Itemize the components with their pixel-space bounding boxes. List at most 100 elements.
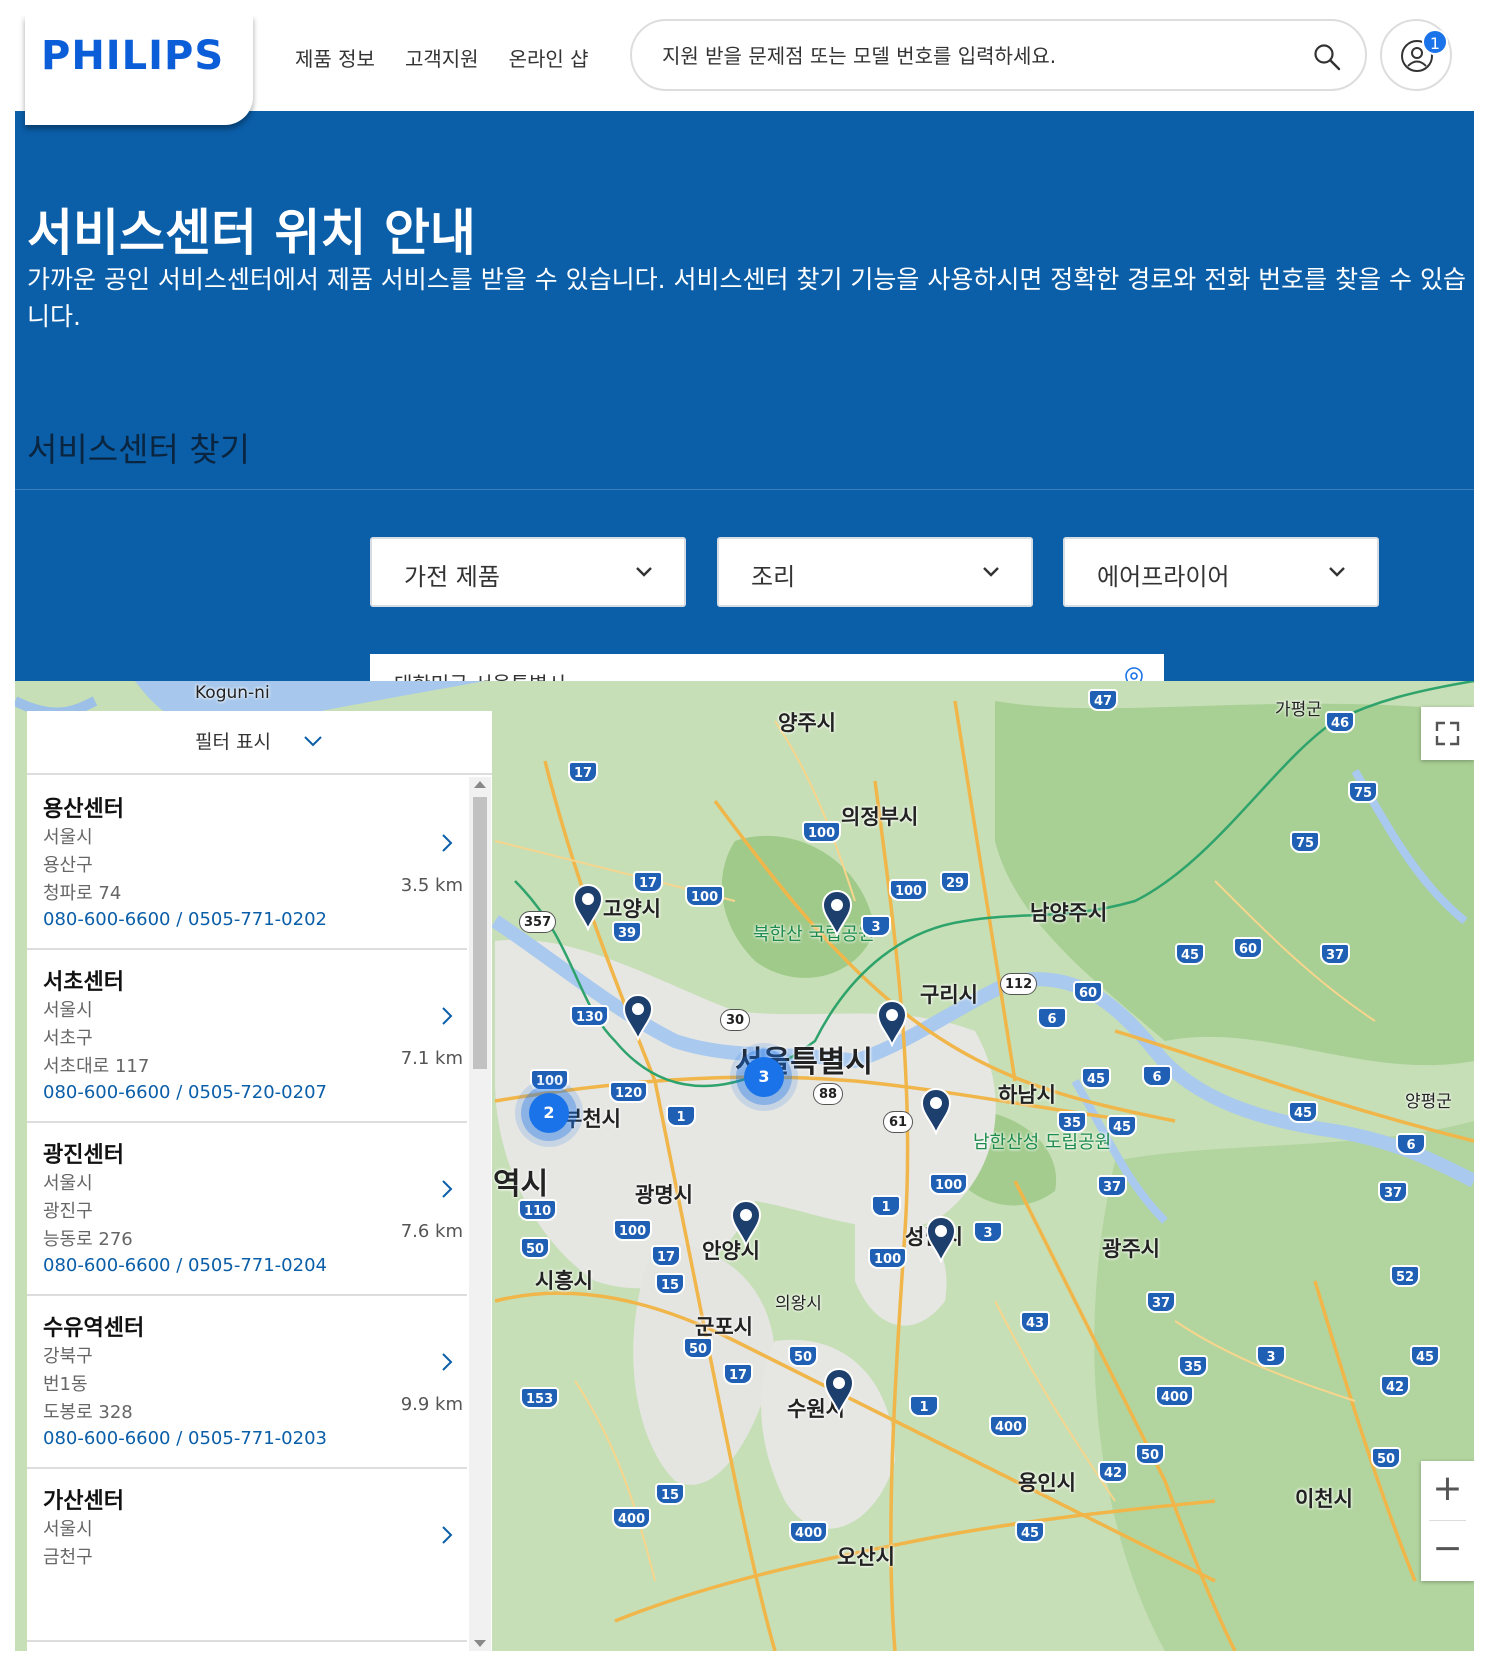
- center-name: 용산센터: [43, 797, 124, 822]
- main-nav: 제품 정보 고객지원 온라인 샵: [295, 43, 589, 72]
- route-shield: 47: [1088, 689, 1119, 711]
- account-button[interactable]: 1: [1380, 19, 1452, 91]
- center-district: 번1동: [43, 1374, 88, 1395]
- route-shield: 6: [1037, 1007, 1067, 1029]
- center-distance: 7.6 km: [400, 1221, 463, 1242]
- center-name: 서초센터: [43, 970, 124, 995]
- route-shield: 100: [802, 821, 842, 843]
- service-center-marker[interactable]: [822, 1367, 856, 1415]
- route-shield: 130: [570, 1005, 610, 1027]
- map-label-kogun: Kogun-ni: [195, 683, 270, 703]
- category-select-value: 가전 제품: [404, 563, 500, 591]
- map-label-yangpyeong: 양평군: [1405, 1092, 1452, 1112]
- center-city: 강북구: [43, 1346, 93, 1367]
- service-center-marker[interactable]: [820, 889, 854, 937]
- map-label-icheon: 이천시: [1295, 1487, 1353, 1511]
- category-select[interactable]: 가전 제품: [370, 537, 686, 607]
- list-item[interactable]: 가산센터 서울시 금천구: [27, 1469, 467, 1642]
- marker-cluster[interactable]: 3: [744, 1057, 784, 1097]
- center-city: 서울시: [43, 1000, 93, 1021]
- route-shield: 153: [520, 1387, 560, 1409]
- map[interactable]: Kogun-ni 양주시 가평군 의정부시 고양시 남양주시 북한산 국립공원 …: [15, 681, 1474, 1651]
- chevron-right-icon[interactable]: [441, 1179, 453, 1199]
- search-icon[interactable]: [1313, 43, 1341, 71]
- service-center-marker[interactable]: [924, 1215, 958, 1263]
- map-label-bucheon: 부천시: [563, 1107, 621, 1131]
- map-label-yeoksi: 역시: [493, 1167, 549, 1202]
- service-center-panel: 필터 표시 용산센터 서울시 용산구 청파로 74 080-600-6600 /…: [27, 711, 492, 1651]
- center-city: 서울시: [43, 1519, 93, 1540]
- route-shield: 100: [530, 1069, 570, 1091]
- center-street: 서초대로 117: [43, 1056, 150, 1077]
- service-center-marker[interactable]: [919, 1087, 953, 1135]
- route-shield: 120: [609, 1081, 649, 1103]
- center-name: 수유역센터: [43, 1316, 145, 1341]
- map-label-yangju: 양주시: [778, 711, 836, 735]
- service-center-marker[interactable]: [875, 999, 909, 1047]
- route-shield: 3: [1256, 1345, 1286, 1367]
- fullscreen-icon: [1435, 721, 1460, 746]
- scroll-up-arrow[interactable]: [474, 781, 486, 788]
- map-label-yongin: 용인시: [1018, 1471, 1076, 1495]
- fullscreen-button[interactable]: [1421, 707, 1474, 760]
- zoom-out-button[interactable]: −: [1421, 1521, 1474, 1579]
- service-center-marker[interactable]: [571, 883, 605, 931]
- center-city: 서울시: [43, 827, 93, 848]
- chevron-down-icon: [983, 567, 999, 577]
- route-shield: 50: [1135, 1443, 1166, 1465]
- list-item[interactable]: 용산센터 서울시 용산구 청파로 74 080-600-6600 / 0505-…: [27, 777, 467, 950]
- route-shield: 60: [1233, 937, 1264, 959]
- scroll-thumb[interactable]: [473, 797, 487, 1069]
- map-label-uiwang: 의왕시: [775, 1294, 822, 1314]
- map-label-osan: 오산시: [837, 1545, 895, 1569]
- chevron-right-icon[interactable]: [441, 1352, 453, 1372]
- map-label-uijeongbu: 의정부시: [841, 805, 919, 829]
- map-label-gwangmyeong: 광명시: [635, 1183, 693, 1207]
- route-shield: 50: [1371, 1447, 1402, 1469]
- nav-products[interactable]: 제품 정보: [295, 43, 375, 72]
- list-item[interactable]: 수유역센터 강북구 번1동 도봉로 328 080-600-6600 / 050…: [27, 1296, 467, 1469]
- route-shield: 30: [720, 1009, 750, 1031]
- list-item[interactable]: 서초센터 서울시 서초구 서초대로 117 080-600-6600 / 050…: [27, 950, 467, 1123]
- zoom-in-button[interactable]: +: [1421, 1461, 1474, 1519]
- nav-shop[interactable]: 온라인 샵: [509, 43, 589, 72]
- center-phone[interactable]: 080-600-6600 / 0505-771-0202: [43, 909, 327, 930]
- finder-title: 서비스센터 찾기: [27, 430, 251, 469]
- center-street: 능동로 276: [43, 1229, 133, 1250]
- map-label-gapyeong: 가평군: [1275, 700, 1322, 720]
- route-shield: 17: [651, 1245, 682, 1267]
- search-input[interactable]: [662, 39, 1272, 73]
- route-shield: 17: [568, 761, 599, 783]
- list-item[interactable]: 광진센터 서울시 광진구 능동로 276 080-600-6600 / 0505…: [27, 1123, 467, 1296]
- product-select[interactable]: 에어프라이어: [1063, 537, 1379, 607]
- chevron-right-icon[interactable]: [441, 833, 453, 853]
- chevron-right-icon[interactable]: [441, 1006, 453, 1026]
- center-phone[interactable]: 080-600-6600 / 0505-771-0204: [43, 1255, 327, 1276]
- marker-cluster[interactable]: 2: [529, 1093, 569, 1133]
- route-shield: 35: [1057, 1111, 1088, 1133]
- nav-support[interactable]: 고객지원: [405, 43, 479, 72]
- hero-section: 서비스센터 위치 안내 가까운 공인 서비스센터에서 제품 서비스를 받을 수 …: [15, 111, 1474, 708]
- route-shield: 37: [1146, 1291, 1177, 1313]
- scroll-down-arrow[interactable]: [474, 1640, 486, 1647]
- list-scrollbar[interactable]: [469, 777, 491, 1651]
- route-shield: 400: [1155, 1385, 1195, 1407]
- center-district: 서초구: [43, 1028, 93, 1049]
- map-label-guri: 구리시: [920, 983, 978, 1007]
- page-title: 서비스센터 위치 안내: [27, 204, 476, 262]
- route-shield: 15: [655, 1483, 686, 1505]
- route-shield: 52: [1390, 1265, 1421, 1287]
- chevron-right-icon[interactable]: [441, 1525, 453, 1545]
- center-phone[interactable]: 080-600-6600 / 0505-771-0203: [43, 1428, 327, 1449]
- route-shield: 1: [666, 1105, 696, 1127]
- route-shield: 400: [612, 1507, 652, 1529]
- route-shield: 42: [1098, 1461, 1129, 1483]
- center-district: 광진구: [43, 1201, 93, 1222]
- service-center-marker[interactable]: [729, 1199, 763, 1247]
- filter-toggle[interactable]: 필터 표시: [27, 711, 492, 775]
- service-center-marker[interactable]: [621, 993, 655, 1041]
- route-shield: 75: [1348, 781, 1379, 803]
- subcategory-select[interactable]: 조리: [717, 537, 1033, 607]
- philips-logo[interactable]: PHILIPS: [25, 15, 253, 125]
- center-phone[interactable]: 080-600-6600 / 0505-720-0207: [43, 1082, 327, 1103]
